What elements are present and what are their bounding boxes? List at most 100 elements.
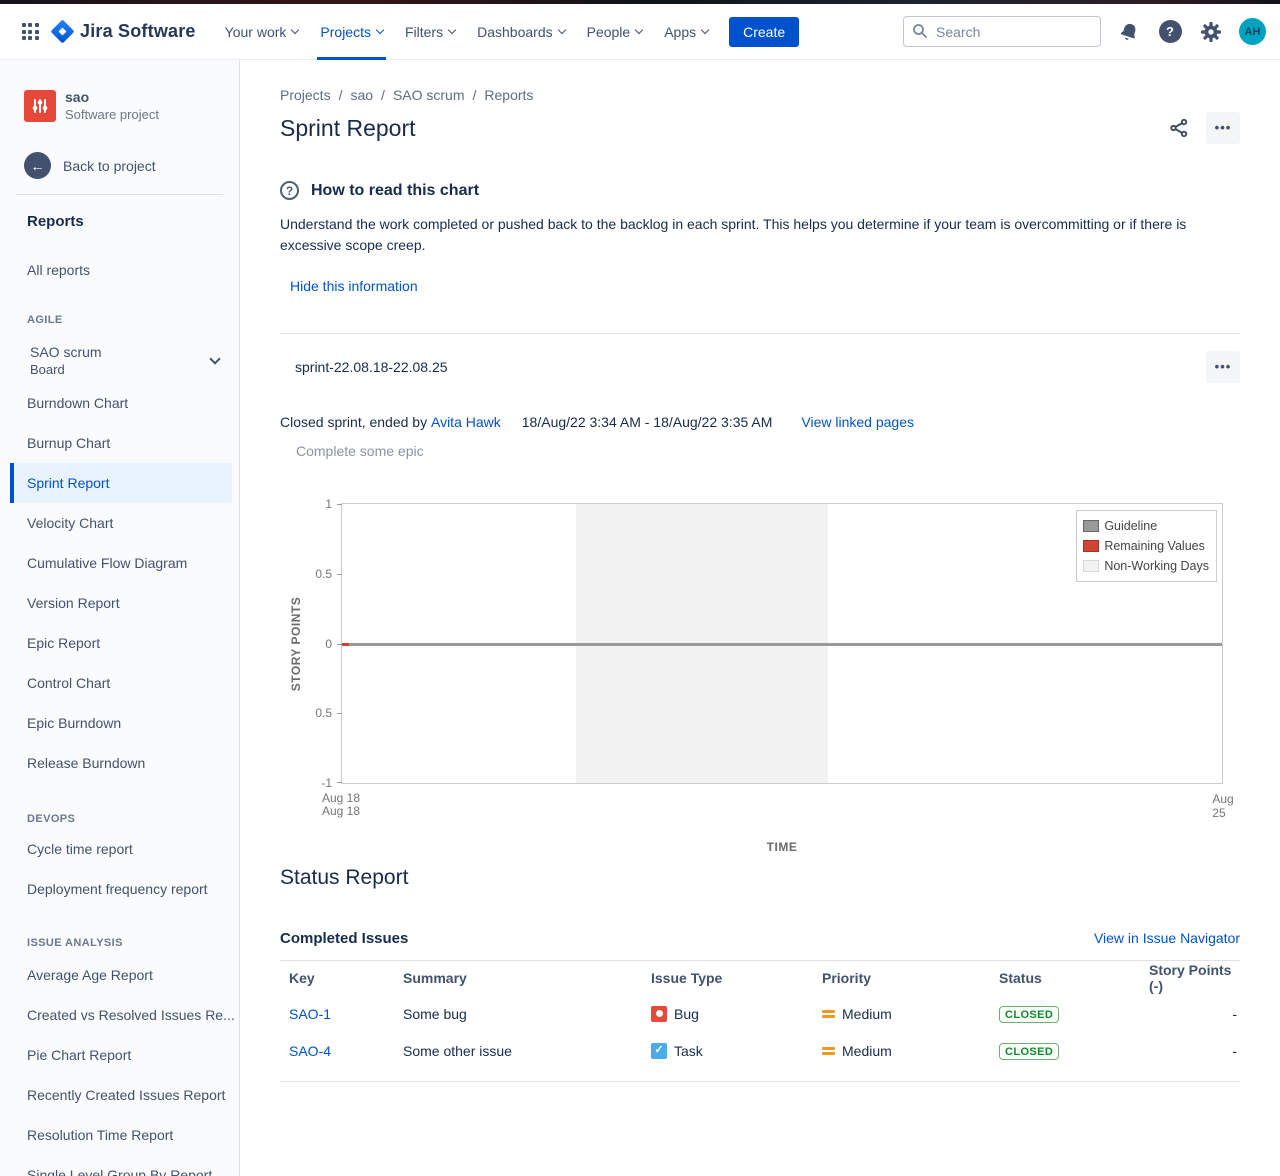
sidebar-item-all-reports[interactable]: All reports bbox=[0, 250, 239, 290]
jira-logo-icon bbox=[50, 19, 74, 43]
issue-key-link[interactable]: SAO-4 bbox=[289, 1043, 331, 1059]
priority-label: Medium bbox=[842, 1043, 892, 1059]
priority-label: Medium bbox=[842, 1006, 892, 1022]
status-badge: CLOSED bbox=[999, 1006, 1059, 1023]
help-circle-icon: ? bbox=[280, 181, 299, 200]
project-name: sao bbox=[65, 89, 159, 106]
sprint-more-actions-button[interactable]: ••• bbox=[1206, 351, 1240, 383]
devops-section-heading: DEVOPS bbox=[0, 813, 239, 825]
topnav-item[interactable]: Projects bbox=[309, 4, 394, 60]
chevron-down-icon bbox=[557, 25, 565, 33]
sidebar-item-label: Cycle time report bbox=[27, 841, 133, 857]
task-icon bbox=[651, 1043, 667, 1059]
guideline-series-line bbox=[342, 643, 1222, 646]
sidebar-report-item[interactable]: Resolution Time Report bbox=[0, 1115, 239, 1155]
jira-logo[interactable]: Jira Software bbox=[54, 21, 196, 42]
issue-summary: Some bug bbox=[394, 1006, 642, 1022]
chevron-down-icon bbox=[209, 353, 220, 364]
sidebar-report-item[interactable]: Burndown Chart bbox=[0, 383, 239, 423]
sidebar-report-item[interactable]: Epic Report bbox=[0, 623, 239, 663]
back-to-project[interactable]: ← Back to project bbox=[0, 152, 239, 179]
sidebar-item-label: Release Burndown bbox=[27, 755, 145, 771]
main-content: Projects/sao/SAO scrum/Reports/ Sprint R… bbox=[240, 60, 1280, 1176]
column-header: Key bbox=[280, 970, 394, 986]
sidebar-report-item[interactable]: Release Burndown bbox=[0, 743, 239, 783]
board-selector[interactable]: SAO scrum Board bbox=[0, 339, 239, 383]
sidebar-report-item[interactable]: Deployment frequency report bbox=[0, 869, 239, 909]
ended-by-user-link[interactable]: Avita Hawk bbox=[431, 414, 501, 430]
search-icon bbox=[912, 23, 928, 39]
breadcrumb-item: SAO scrum/ bbox=[393, 87, 484, 103]
project-type: Software project bbox=[65, 106, 159, 123]
issue-type-label: Bug bbox=[674, 1006, 699, 1022]
sidebar-report-item[interactable]: Control Chart bbox=[0, 663, 239, 703]
issue-analysis-report-list: Average Age Report Created vs Resolved Is… bbox=[0, 955, 239, 1176]
page-title: Sprint Report bbox=[280, 115, 416, 142]
sidebar-item-label: Created vs Resolved Issues Re... bbox=[27, 1007, 235, 1023]
help-button[interactable]: ? bbox=[1157, 19, 1183, 45]
topnav-item[interactable]: People bbox=[576, 4, 654, 60]
sidebar-report-item[interactable]: Cumulative Flow Diagram bbox=[0, 543, 239, 583]
medium-priority-icon bbox=[822, 1008, 835, 1019]
sprint-report-chart: 1 0.5 0 0.5 -1 STORY POINTS Guideline Re… bbox=[341, 503, 1223, 854]
column-header: Status bbox=[990, 970, 1140, 986]
notifications-button[interactable] bbox=[1116, 19, 1142, 45]
hide-information-link[interactable]: Hide this information bbox=[290, 278, 418, 294]
topnav-item-label: Dashboards bbox=[477, 24, 553, 40]
topnav-item[interactable]: Your work bbox=[214, 4, 310, 60]
sidebar-report-item[interactable]: Cycle time report bbox=[0, 829, 239, 869]
back-to-project-label: Back to project bbox=[63, 158, 156, 174]
top-navigation-bar: Jira Software Your workProjects Filters Da… bbox=[0, 4, 1280, 60]
topnav-item[interactable]: Dashboards bbox=[466, 4, 576, 60]
sprint-name: sprint-22.08.18-22.08.25 bbox=[280, 359, 448, 375]
user-avatar[interactable]: AH bbox=[1239, 18, 1266, 45]
topnav-item-label: Filters bbox=[405, 24, 443, 40]
topnav-item[interactable]: Apps bbox=[653, 4, 719, 60]
status-badge: CLOSED bbox=[999, 1043, 1059, 1060]
issue-key-link[interactable]: SAO-1 bbox=[289, 1006, 331, 1022]
sidebar-report-item[interactable]: Burnup Chart bbox=[0, 423, 239, 463]
view-in-issue-navigator-link[interactable]: View in Issue Navigator bbox=[1094, 930, 1240, 946]
search-input[interactable] bbox=[903, 16, 1101, 47]
question-mark-icon: ? bbox=[1159, 20, 1182, 43]
settings-button[interactable] bbox=[1198, 19, 1224, 45]
sidebar-report-item[interactable]: Version Report bbox=[0, 583, 239, 623]
sidebar-report-item[interactable]: Epic Burndown bbox=[0, 703, 239, 743]
breadcrumb-link[interactable]: SAO scrum bbox=[393, 87, 465, 103]
page-more-actions-button[interactable]: ••• bbox=[1206, 112, 1240, 144]
column-header: Issue Type bbox=[642, 970, 813, 986]
breadcrumb-separator: / bbox=[339, 87, 343, 103]
breadcrumb-link[interactable]: Projects bbox=[280, 87, 331, 103]
sidebar-item-label: Single Level Group By Report bbox=[27, 1167, 212, 1176]
share-button[interactable] bbox=[1164, 113, 1194, 143]
project-header[interactable]: sao Software project bbox=[0, 89, 239, 123]
gear-icon bbox=[1200, 21, 1222, 43]
topnav-item[interactable]: Filters bbox=[394, 4, 466, 60]
primary-nav: Your workProjects Filters Dashboards People… bbox=[214, 4, 719, 60]
sidebar-report-item[interactable]: Average Age Report bbox=[0, 955, 239, 995]
breadcrumb-link[interactable]: Reports bbox=[484, 87, 533, 103]
sidebar-report-item[interactable]: Created vs Resolved Issues Re... bbox=[0, 995, 239, 1035]
sidebar-item-label: Epic Report bbox=[27, 635, 100, 651]
sidebar-report-item[interactable]: Velocity Chart bbox=[0, 503, 239, 543]
sidebar-item-label: Cumulative Flow Diagram bbox=[27, 555, 187, 571]
y-axis-title: STORY POINTS bbox=[289, 596, 303, 690]
x-axis-title: TIME bbox=[341, 840, 1223, 854]
sidebar-report-item[interactable]: Single Level Group By Report bbox=[0, 1155, 239, 1176]
sidebar-report-item[interactable]: Recently Created Issues Report bbox=[0, 1075, 239, 1115]
sidebar-report-item[interactable]: Pie Chart Report bbox=[0, 1035, 239, 1075]
sidebar-report-item[interactable]: Sprint Report bbox=[10, 463, 232, 503]
breadcrumb-link[interactable]: sao bbox=[350, 87, 373, 103]
sprint-date-range: 18/Aug/22 3:34 AM - 18/Aug/22 3:35 AM bbox=[522, 414, 773, 430]
app-switcher-button[interactable] bbox=[14, 16, 46, 48]
create-button[interactable]: Create bbox=[729, 17, 799, 47]
column-header: Priority bbox=[813, 970, 990, 986]
column-header: Story Points (-) bbox=[1140, 962, 1240, 994]
jira-logo-text: Jira Software bbox=[80, 21, 196, 42]
y-axis-tick-labels: 1 0.5 0 0.5 -1 bbox=[304, 504, 332, 783]
sidebar-item-label: Deployment frequency report bbox=[27, 881, 208, 897]
sidebar-item-label: Burnup Chart bbox=[27, 435, 110, 451]
legend-entry-remaining-values: Remaining Values bbox=[1083, 536, 1209, 556]
view-linked-pages-link[interactable]: View linked pages bbox=[801, 414, 914, 430]
chevron-down-icon bbox=[291, 25, 299, 33]
